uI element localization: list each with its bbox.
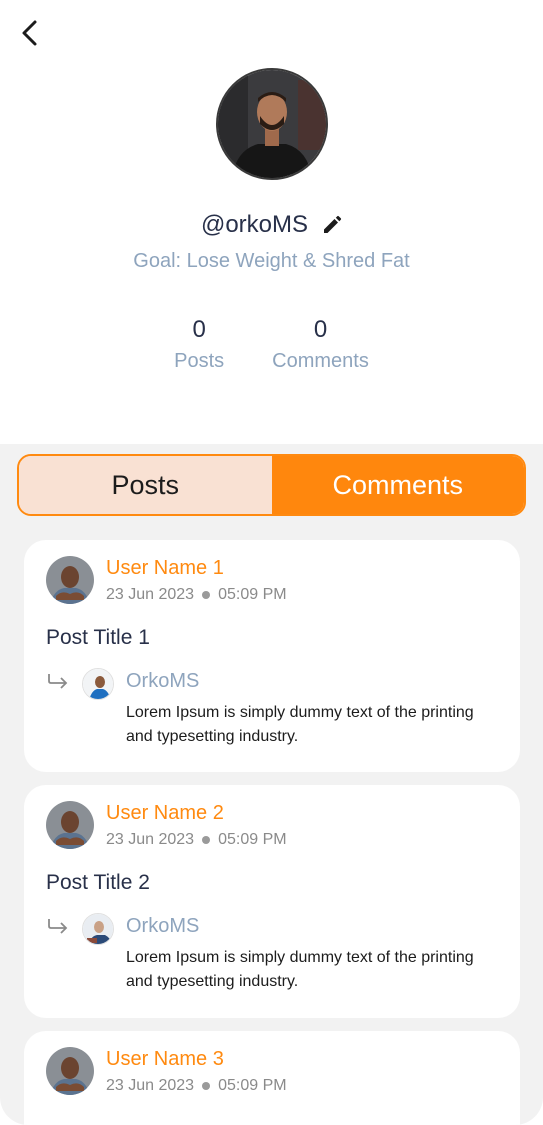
tab-comments[interactable]: Comments xyxy=(271,456,524,514)
reply-avatar[interactable] xyxy=(82,913,114,945)
stat-comments-label: Comments xyxy=(272,350,369,372)
reply-arrow-icon xyxy=(48,674,68,689)
user-name[interactable]: User Name 3 xyxy=(106,1048,287,1071)
handle-row: @orkoMS xyxy=(0,210,543,240)
reply-text: Lorem Ipsum is simply dummy text of the … xyxy=(126,949,474,990)
profile-avatar[interactable] xyxy=(215,68,328,180)
stat-posts-label: Posts xyxy=(174,350,225,372)
card-header: User Name 1 23 Jun 2023 05:09 PM xyxy=(46,556,287,604)
user-name[interactable]: User Name 1 xyxy=(106,557,287,580)
post-title[interactable]: Post Title 2 xyxy=(46,871,150,895)
comment-time: 05:09 PM xyxy=(218,1077,287,1094)
card-header: User Name 2 23 Jun 2023 05:09 PM xyxy=(46,801,287,849)
back-button[interactable] xyxy=(14,16,46,50)
reply-name[interactable]: OrkoMS xyxy=(126,915,199,938)
stat-posts: 0 Posts xyxy=(174,316,224,373)
reply-name[interactable]: OrkoMS xyxy=(126,670,199,693)
comment-date: 23 Jun 2023 xyxy=(106,1077,195,1094)
profile-goal: Goal: Lose Weight & Shred Fat xyxy=(133,250,410,272)
reply-arrow-icon xyxy=(48,919,68,934)
comment-meta: 23 Jun 2023 05:09 PM xyxy=(106,586,287,604)
comment-card[interactable]: User Name 2 23 Jun 2023 05:09 PM Post Ti… xyxy=(24,785,520,1018)
stat-comments: 0 Comments xyxy=(272,316,369,373)
content-panel[interactable]: Posts Comments User Name 1 23 Jun 2023 0… xyxy=(0,444,543,1125)
comment-meta: 23 Jun 2023 05:09 PM xyxy=(106,1077,287,1095)
stat-posts-value: 0 xyxy=(192,316,206,343)
separator-dot xyxy=(202,1082,211,1090)
tab-bar: Posts Comments xyxy=(17,454,526,516)
chevron-left-icon xyxy=(22,20,37,46)
avatar[interactable] xyxy=(46,556,94,604)
separator-dot xyxy=(202,591,211,599)
post-title[interactable]: Post Title 1 xyxy=(46,626,150,650)
comment-time: 05:09 PM xyxy=(218,831,287,848)
comment-meta: 23 Jun 2023 05:09 PM xyxy=(106,831,287,849)
profile-header: @orkoMS Goal: Lose Weight & Shred Fat xyxy=(0,68,543,273)
avatar[interactable] xyxy=(46,801,94,849)
user-name[interactable]: User Name 2 xyxy=(106,802,287,825)
comment-date: 23 Jun 2023 xyxy=(106,586,195,603)
avatar[interactable] xyxy=(46,1047,94,1095)
profile-handle: @orkoMS xyxy=(200,211,309,238)
comment-card[interactable]: User Name 1 23 Jun 2023 05:09 PM Post Ti… xyxy=(24,540,520,772)
stat-comments-value: 0 xyxy=(313,316,328,343)
profile-stats: 0 Posts 0 Comments xyxy=(0,316,543,373)
pencil-icon[interactable] xyxy=(322,215,342,235)
comment-card[interactable]: User Name 3 23 Jun 2023 05:09 PM xyxy=(24,1031,520,1125)
comment-date: 23 Jun 2023 xyxy=(106,831,195,848)
reply-text: Lorem Ipsum is simply dummy text of the … xyxy=(126,704,474,745)
tab-posts[interactable]: Posts xyxy=(19,456,272,514)
comment-time: 05:09 PM xyxy=(218,586,287,603)
separator-dot xyxy=(202,836,211,844)
reply-avatar[interactable] xyxy=(82,668,114,700)
card-header: User Name 3 23 Jun 2023 05:09 PM xyxy=(46,1047,287,1095)
